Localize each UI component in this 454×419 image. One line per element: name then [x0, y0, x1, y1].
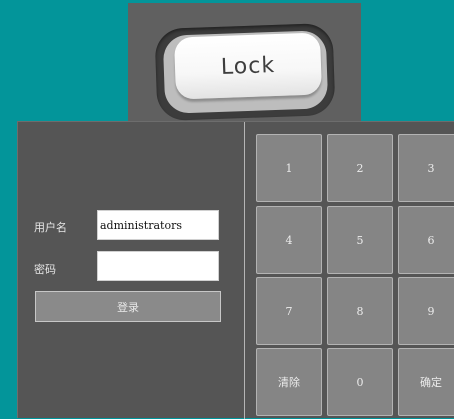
keypad-key-label: 2: [356, 161, 364, 175]
keypad-key-1[interactable]: 1: [256, 134, 322, 202]
password-label: 密码: [34, 263, 56, 276]
keypad-key-label: 7: [285, 304, 293, 318]
keypad-key-label: 确定: [420, 376, 442, 389]
keypad-key-clear[interactable]: 清除: [256, 348, 322, 416]
keypad-key-6[interactable]: 6: [398, 206, 454, 274]
keypad-key-9[interactable]: 9: [398, 277, 454, 345]
lock-button[interactable]: Lock: [173, 32, 323, 100]
keypad-key-4[interactable]: 4: [256, 206, 322, 274]
keypad-key-7[interactable]: 7: [256, 277, 322, 345]
keypad-key-label: 3: [427, 161, 435, 175]
login-button[interactable]: 登录: [35, 291, 221, 322]
keypad-key-2[interactable]: 2: [327, 134, 393, 202]
panel-divider: [244, 122, 245, 419]
username-input[interactable]: [97, 210, 219, 240]
keypad-key-label: 5: [356, 233, 364, 247]
lock-panel: Lock: [128, 3, 361, 122]
keypad-key-label: 4: [285, 233, 293, 247]
username-label: 用户名: [34, 221, 67, 234]
lock-button-label: Lock: [220, 52, 276, 80]
keypad-key-0[interactable]: 0: [327, 348, 393, 416]
login-panel: 用户名 密码 登录 1 2 3 4 5 6 7 8 9 清除 0 确定: [17, 121, 454, 419]
keypad-key-label: 9: [427, 304, 435, 318]
keypad-key-label: 0: [356, 375, 364, 389]
password-input[interactable]: [97, 251, 219, 281]
keypad-key-label: 6: [427, 233, 435, 247]
keypad-key-3[interactable]: 3: [398, 134, 454, 202]
login-button-label: 登录: [117, 300, 139, 314]
keypad-key-label: 1: [285, 161, 293, 175]
keypad-key-5[interactable]: 5: [327, 206, 393, 274]
keypad-key-confirm[interactable]: 确定: [398, 348, 454, 416]
keypad-key-8[interactable]: 8: [327, 277, 393, 345]
keypad-key-label: 8: [356, 304, 364, 318]
keypad-key-label: 清除: [278, 376, 300, 389]
